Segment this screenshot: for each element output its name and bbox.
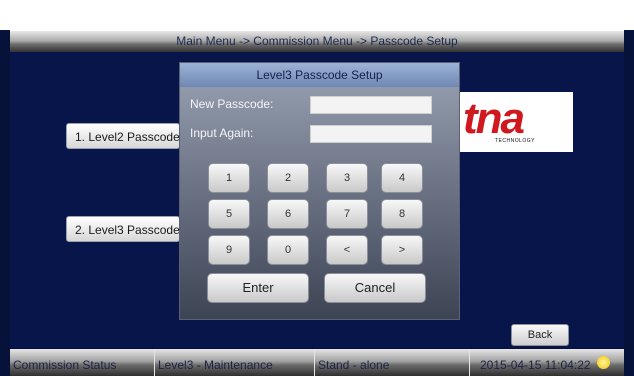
key-0[interactable]: 0 [267,235,309,265]
title-bar: Main Menu -> Commission Menu -> Passcode… [10,30,624,53]
key-4[interactable]: 4 [381,163,423,193]
key-9[interactable]: 9 [208,235,250,265]
passcode-setup-dialog: Level3 Passcode Setup New Passcode: Inpu… [179,62,460,320]
input-again-label: Input Again: [190,126,254,140]
key-7[interactable]: 7 [326,199,368,229]
breadcrumb: Main Menu -> Commission Menu -> Passcode… [176,34,458,48]
key-2[interactable]: 2 [267,163,309,193]
logo-tagline: TECHNOLOGY [495,138,536,144]
cancel-button[interactable]: Cancel [324,273,426,303]
access-level-status: Level3 - Maintenance [155,349,315,376]
level2-passcode-setup-button[interactable]: 1. Level2 Passcode Setup [66,123,180,149]
key-1[interactable]: 1 [208,163,250,193]
logo-brand: tna [463,94,525,143]
mode-status: Stand - alone [315,349,470,376]
tna-logo: tna TECHNOLOGY [455,92,573,152]
commission-status[interactable]: Commission Status [10,349,155,376]
new-passcode-field[interactable] [310,96,432,114]
key-8[interactable]: 8 [381,199,423,229]
key-backspace[interactable]: < [326,235,368,265]
input-again-field[interactable] [310,125,432,143]
status-indicator-icon [597,356,610,369]
enter-button[interactable]: Enter [207,273,309,303]
key-5[interactable]: 5 [208,199,250,229]
top-frame [0,0,634,30]
dialog-title: Level3 Passcode Setup [180,63,459,87]
key-forward[interactable]: > [381,235,423,265]
level3-passcode-setup-button[interactable]: 2. Level3 Passcode Setup [66,216,180,242]
new-passcode-label: New Passcode: [190,97,274,111]
back-button[interactable]: Back [511,324,569,346]
key-6[interactable]: 6 [267,199,309,229]
key-3[interactable]: 3 [326,163,368,193]
status-bar: Commission Status Level3 - Maintenance S… [10,349,624,376]
